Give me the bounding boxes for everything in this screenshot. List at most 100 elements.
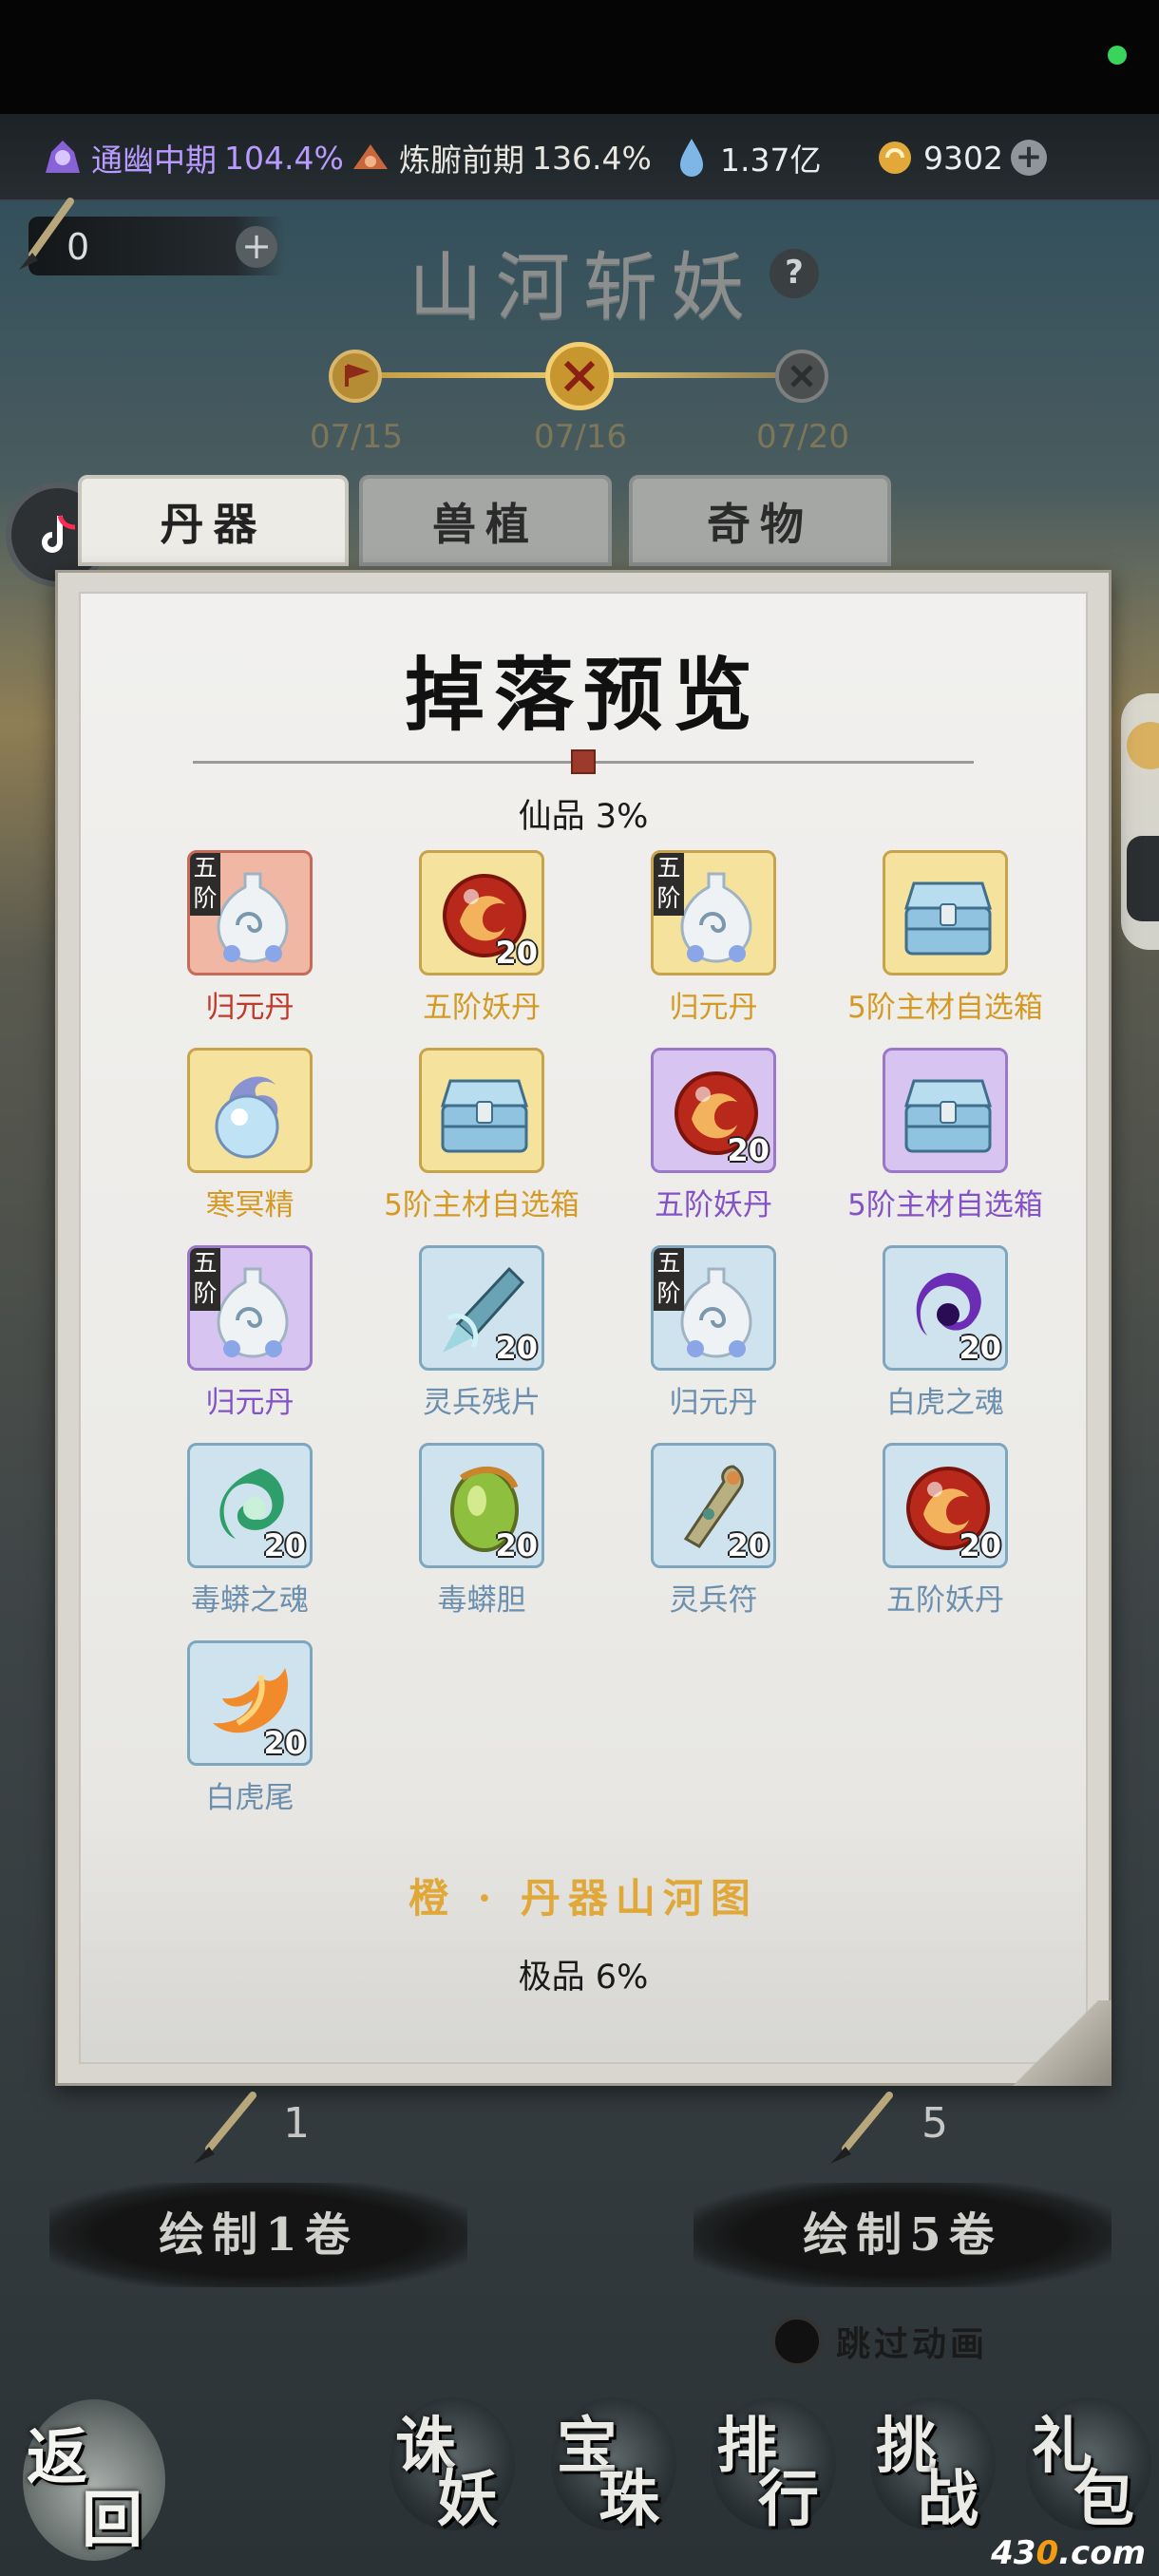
treasure-chest-icon bbox=[440, 1079, 529, 1153]
item-card[interactable]: 20 bbox=[419, 850, 544, 975]
body-refine-icon bbox=[353, 144, 388, 169]
item-card[interactable]: 五阶 bbox=[187, 850, 313, 975]
item-card[interactable] bbox=[883, 1048, 1008, 1173]
brush-cost-icon-1 bbox=[194, 2092, 256, 2164]
item-card[interactable]: 五阶 bbox=[651, 1245, 776, 1371]
tab-qiwu[interactable]: 奇物 bbox=[629, 475, 891, 566]
item-card[interactable]: 五阶 bbox=[187, 1245, 313, 1371]
item-card[interactable]: 20 bbox=[419, 1443, 544, 1568]
tier-label-xianpin: 仙品 3% bbox=[518, 798, 649, 836]
drop-item[interactable]: 20 毒蟒胆 bbox=[370, 1443, 579, 1623]
scroll-name: 橙 · 丹器山河图 bbox=[408, 1875, 758, 1922]
timeline-node-2[interactable] bbox=[545, 342, 614, 410]
spirit-currency[interactable]: 1.37亿 bbox=[671, 135, 821, 180]
draw-five-button[interactable]: 绘制5卷 bbox=[694, 2183, 1112, 2287]
drop-item[interactable]: 20 五阶妖丹 bbox=[601, 1048, 810, 1228]
event-title: 山河斩妖 bbox=[408, 245, 759, 331]
item-card[interactable]: 20 bbox=[187, 1640, 313, 1766]
drop-item[interactable]: 20 五阶妖丹 bbox=[833, 1443, 1042, 1623]
item-quantity: 20 bbox=[495, 935, 538, 971]
item-card[interactable]: 20 bbox=[651, 1048, 776, 1173]
crossed-swords-icon bbox=[563, 360, 596, 392]
drop-item[interactable]: 20 灵兵符 bbox=[601, 1443, 810, 1623]
timeline-date-1: 07/15 bbox=[310, 418, 403, 456]
gold-amount: 9302 bbox=[923, 139, 1003, 177]
item-quantity: 20 bbox=[495, 1330, 538, 1366]
spirit-drop-icon bbox=[680, 139, 703, 177]
timeline-date-2: 07/16 bbox=[534, 418, 627, 456]
item-quantity: 20 bbox=[727, 1527, 770, 1563]
draw-five-cost: 5 bbox=[922, 2099, 948, 2148]
item-quantity: 20 bbox=[263, 1527, 306, 1563]
help-icon[interactable]: ? bbox=[770, 249, 819, 298]
cultivation-realm[interactable]: 通幽中期 104.4% bbox=[42, 135, 344, 180]
item-name: 毒蟒胆 bbox=[437, 1583, 526, 1618]
item-card[interactable]: 五阶 bbox=[651, 850, 776, 975]
nav-baozhu[interactable]: 宝珠 bbox=[551, 2397, 676, 2535]
nav-tiaozhan[interactable]: 挑战 bbox=[870, 2397, 996, 2535]
brush-counter: 0 + bbox=[19, 198, 285, 275]
nav-paihang[interactable]: 排行 bbox=[711, 2397, 836, 2535]
tab-shouzhi[interactable]: 兽植 bbox=[359, 475, 612, 566]
treasure-chest-icon bbox=[903, 881, 993, 956]
item-card[interactable]: 20 bbox=[883, 1443, 1008, 1568]
item-name: 5阶主材自选箱 bbox=[847, 991, 1043, 1025]
item-card[interactable] bbox=[883, 850, 1008, 975]
timeline-node-1[interactable] bbox=[329, 350, 382, 403]
brush-count: 0 bbox=[66, 226, 90, 268]
drop-item[interactable]: 20 毒蟒之魂 bbox=[138, 1443, 347, 1623]
resource-bar: 通幽中期 104.4% 炼腑前期 136.4% 1.37亿 9302 + bbox=[0, 114, 1159, 201]
item-name: 白虎尾 bbox=[205, 1781, 294, 1815]
item-quantity: 20 bbox=[263, 1725, 306, 1761]
drop-item[interactable]: 5阶主材自选箱 bbox=[370, 1048, 580, 1228]
drop-item[interactable]: 20 白虎之魂 bbox=[833, 1245, 1042, 1426]
drop-item[interactable]: 寒冥精 bbox=[138, 1048, 347, 1228]
drop-item[interactable]: 20 白虎尾 bbox=[138, 1640, 347, 1821]
item-name: 归元丹 bbox=[669, 1386, 758, 1420]
tier-badge: 五阶 bbox=[190, 1248, 220, 1311]
tab-danqi[interactable]: 丹器 bbox=[78, 475, 349, 566]
item-card[interactable]: 20 bbox=[187, 1443, 313, 1568]
timeline-node-3[interactable] bbox=[775, 350, 828, 403]
add-brush-button[interactable]: + bbox=[236, 226, 277, 268]
bottom-nav: 诛妖 宝珠 排行 挑战 礼包 bbox=[0, 2375, 1159, 2576]
item-card[interactable]: 20 bbox=[419, 1245, 544, 1371]
nav-libao[interactable]: 礼包 bbox=[1026, 2397, 1151, 2535]
drop-item[interactable]: 五阶 归元丹 bbox=[138, 850, 347, 1031]
item-card[interactable]: 20 bbox=[651, 1443, 776, 1568]
timeline-date-3: 07/20 bbox=[756, 418, 849, 456]
tier-badge: 五阶 bbox=[654, 1248, 684, 1311]
skip-radio[interactable] bbox=[771, 2316, 823, 2367]
brush-cost-icon-5 bbox=[830, 2092, 893, 2164]
drop-item[interactable]: 20 灵兵残片 bbox=[370, 1245, 579, 1426]
item-name: 归元丹 bbox=[669, 991, 758, 1025]
drop-item[interactable]: 5阶主材自选箱 bbox=[833, 1048, 1043, 1228]
drop-item[interactable]: 20 五阶妖丹 bbox=[370, 850, 579, 1031]
item-card[interactable] bbox=[187, 1048, 313, 1173]
drop-preview-paper: 掉落预览 仙品 3% 五阶 归元丹 20 五阶妖丹 五阶 归元丹 5阶主材自选箱 寒冥精 5阶主… bbox=[79, 592, 1088, 2064]
drop-item[interactable]: 五阶归元丹 bbox=[601, 850, 810, 1031]
draw-one-button[interactable]: 绘制1卷 bbox=[49, 2183, 467, 2287]
side-float-panel[interactable] bbox=[1121, 693, 1159, 950]
skip-animation-toggle[interactable]: 跳过动画 bbox=[771, 2316, 988, 2367]
body-realm-name: 炼腑前期 bbox=[399, 142, 524, 179]
tier-badge: 五阶 bbox=[654, 853, 684, 916]
add-gold-button[interactable]: + bbox=[1010, 140, 1047, 176]
panel-title: 掉落预览 bbox=[404, 648, 762, 742]
crossed-axes-icon bbox=[790, 365, 813, 388]
flag-icon bbox=[345, 364, 370, 387]
item-card[interactable] bbox=[419, 1048, 544, 1173]
item-name: 灵兵符 bbox=[669, 1583, 758, 1618]
body-refine-realm[interactable]: 炼腑前期 136.4% bbox=[350, 135, 652, 180]
item-quantity: 20 bbox=[727, 1132, 770, 1168]
drop-item[interactable]: 五阶 归元丹 bbox=[138, 1245, 347, 1426]
item-name: 五阶妖丹 bbox=[423, 991, 541, 1025]
item-name: 五阶妖丹 bbox=[886, 1583, 1004, 1618]
drop-item[interactable]: 五阶归元丹 bbox=[601, 1245, 810, 1426]
spirit-amount: 1.37亿 bbox=[720, 142, 822, 179]
realm-progress: 104.4% bbox=[224, 139, 344, 177]
nav-zhuyao[interactable]: 诛妖 bbox=[390, 2397, 515, 2535]
gold-currency[interactable]: 9302 + bbox=[874, 135, 1047, 180]
item-card[interactable]: 20 bbox=[883, 1245, 1008, 1371]
drop-item[interactable]: 5阶主材自选箱 bbox=[833, 850, 1043, 1031]
